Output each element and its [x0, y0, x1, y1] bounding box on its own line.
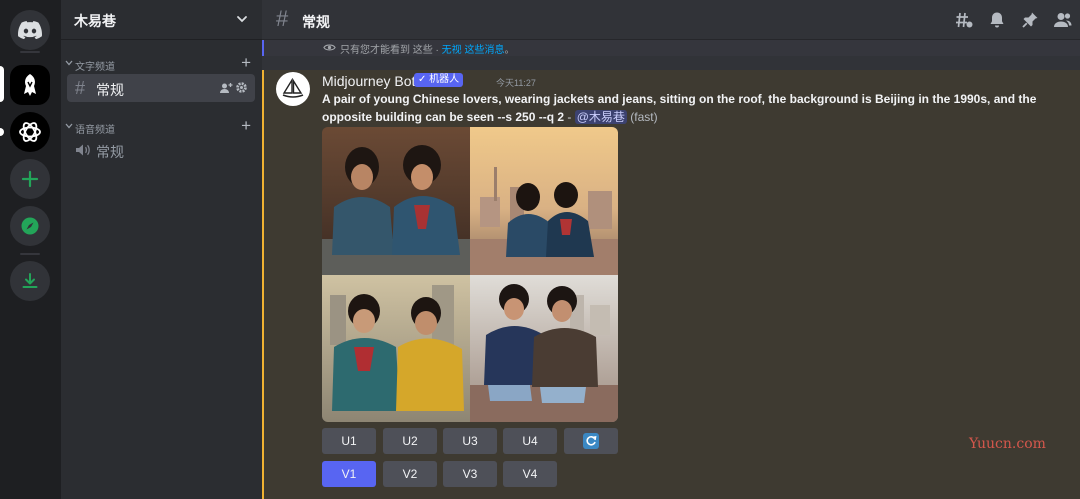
prompt-separator: - — [564, 110, 575, 124]
generated-image-4 — [470, 275, 618, 422]
channel-sidebar: 木易巷 文字频道 + # 常规 语音频道 + 常规 — [61, 0, 262, 499]
upscale-button-1[interactable]: U1 — [322, 428, 376, 454]
openai-server-icon[interactable] — [10, 112, 50, 152]
add-server-icon[interactable] — [10, 159, 50, 199]
user-mention[interactable]: @木易巷 — [574, 110, 627, 124]
reroll-button[interactable] — [564, 428, 618, 454]
dismiss-message-link[interactable]: 无视 这些消息 — [442, 45, 505, 56]
generated-image-1 — [322, 127, 470, 275]
generated-image-3 — [322, 275, 470, 422]
ephemeral-text: 只有您才能看到 这些 · 无视 这些消息。 — [340, 41, 514, 56]
category-voice-channels[interactable]: 语音频道 + — [65, 117, 255, 136]
explore-compass-icon[interactable] — [10, 206, 50, 246]
create-channel-icon[interactable]: + — [241, 54, 251, 71]
bot-tag-label: 机器人 — [429, 74, 460, 85]
category-text-channels[interactable]: 文字频道 + — [65, 54, 255, 73]
server-rail — [0, 0, 61, 499]
ephemeral-notice: 只有您才能看到 这些 · 无视 这些消息。 — [262, 40, 1080, 56]
channel-item-general-voice[interactable]: 常规 — [67, 136, 255, 164]
watermark-text: Yuucn.com — [969, 436, 1046, 452]
image-grid[interactable] — [322, 127, 618, 422]
download-icon[interactable] — [10, 261, 50, 301]
pin-icon[interactable] — [1021, 11, 1039, 29]
rail-separator-2 — [20, 253, 40, 255]
gear-icon[interactable] — [235, 81, 248, 94]
chevron-down-icon[interactable] — [235, 12, 249, 26]
notification-bell-icon[interactable] — [988, 11, 1006, 29]
channel-name: 常规 — [96, 144, 124, 160]
sailboat-icon — [282, 78, 304, 98]
message-content: A pair of young Chinese lovers, wearing … — [322, 90, 1042, 126]
channel-header: # 常规 — [262, 0, 1080, 40]
hash-icon: # — [75, 78, 86, 98]
variation-button-2[interactable]: V2 — [383, 461, 437, 487]
eye-icon — [323, 44, 336, 51]
guild-name: 木易巷 — [74, 13, 116, 29]
discord-home-icon[interactable] — [10, 10, 50, 50]
category-arrow-icon — [65, 60, 73, 66]
channel-item-general-text[interactable]: # 常规 — [67, 74, 255, 102]
ephemeral-period: 。 — [504, 45, 515, 56]
unread-server-pill — [0, 128, 4, 136]
variation-button-3[interactable]: V3 — [443, 461, 497, 487]
category-label: 语音频道 — [75, 125, 115, 136]
category-arrow-icon — [65, 123, 73, 129]
avatar[interactable] — [276, 72, 310, 106]
channel-name: 常规 — [96, 82, 124, 98]
hash-icon: # — [276, 6, 289, 31]
message-author[interactable]: Midjourney Bot — [322, 73, 415, 89]
discord-window: 木易巷 文字频道 + # 常规 语音频道 + 常规 # 常规 只有您才能看到 这… — [0, 0, 1080, 499]
speaker-icon — [76, 144, 90, 156]
guild-header[interactable]: 木易巷 — [61, 0, 262, 40]
message-timestamp: 今天11:27 — [496, 78, 536, 88]
variation-button-4[interactable]: V4 — [503, 461, 557, 487]
member-list-icon[interactable] — [1053, 11, 1073, 29]
threads-icon[interactable] — [955, 11, 973, 29]
category-label: 文字频道 — [75, 62, 115, 73]
bot-badge: ✓ 机器人 — [414, 73, 464, 87]
refresh-icon — [583, 433, 599, 449]
invite-user-icon[interactable] — [219, 81, 233, 95]
variation-button-1[interactable]: V1 — [322, 461, 376, 487]
ephemeral-message: 只有您才能看到 这些 · — [340, 45, 442, 56]
upscale-button-4[interactable]: U4 — [503, 428, 557, 454]
upscale-button-3[interactable]: U3 — [443, 428, 497, 454]
prompt-text: A pair of young Chinese lovers, wearing … — [322, 92, 1037, 124]
selected-server-pill — [0, 66, 4, 102]
generated-image-2 — [470, 127, 618, 275]
channel-title: 常规 — [302, 14, 330, 30]
speed-label: (fast) — [626, 110, 658, 124]
rail-separator — [20, 51, 40, 53]
chat-area: # 常规 只有您才能看到 这些 · 无视 这些消息。 Midjourney Bo… — [262, 0, 1080, 499]
upscale-button-2[interactable]: U2 — [383, 428, 437, 454]
bot-message: Midjourney Bot ✓ 机器人 今天11:27 A pair of y… — [262, 70, 1080, 499]
midjourney-server-icon[interactable] — [10, 65, 50, 105]
create-channel-icon[interactable]: + — [241, 117, 251, 134]
